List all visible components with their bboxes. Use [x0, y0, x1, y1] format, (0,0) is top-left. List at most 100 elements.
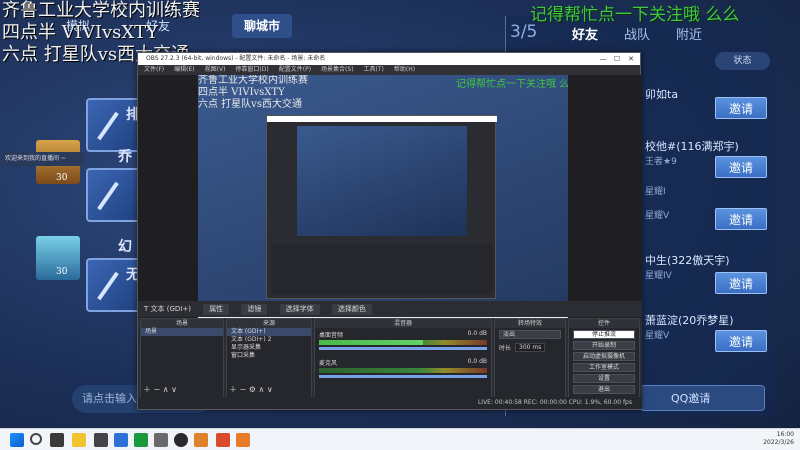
mixer-channel-name: 麦克风: [319, 360, 338, 367]
settings-button[interactable]: 设置: [573, 374, 635, 383]
exit-button[interactable]: 退出: [573, 385, 635, 394]
menu-profile[interactable]: 配置文件(P): [279, 65, 311, 75]
menu-tools[interactable]: 工具(T): [364, 65, 384, 75]
friend-name: 萧蓝淀(20乔梦星): [645, 314, 734, 327]
scene-controls[interactable]: ＋ − ∧ ∨: [143, 384, 177, 395]
friend-rank: 王者★9: [645, 157, 677, 167]
duration-label: 时长: [499, 345, 512, 352]
obs-icon[interactable]: [174, 433, 188, 447]
mixer-channel-db: 0.0 dB: [467, 330, 487, 337]
scenes-dock: 场景 场景 ＋ − ∧ ∨: [140, 318, 224, 398]
invite-button[interactable]: 邀请: [715, 97, 767, 119]
volume-slider[interactable]: [319, 375, 487, 378]
nested-obs-mirror: [266, 115, 497, 299]
desktop: 模拟 好友 聊城市 3/5 好友 战队 附近 状态 卯如ta 邀请 校他#(11…: [0, 0, 800, 450]
menu-file[interactable]: 文件(F): [144, 65, 164, 75]
invite-button[interactable]: 邀请: [715, 330, 767, 352]
overlay-title: 齐鲁工业大学校内训练赛: [2, 0, 200, 21]
sources-title: 来源: [227, 319, 311, 328]
system-clock[interactable]: 16:00 2022/3/26: [763, 431, 794, 447]
preview-overlay-title: 齐鲁工业大学校内训练赛: [198, 75, 308, 86]
clock-date: 2022/3/26: [763, 439, 794, 446]
audio-meter: [319, 368, 487, 373]
obs-window: OBS 27.2.3 (64-bit, windows) - 配置文件: 未命名…: [137, 52, 642, 410]
filters-button[interactable]: 滤镜: [241, 304, 268, 315]
start-recording-button[interactable]: 开始录制: [573, 341, 635, 350]
transitions-title: 转场特效: [495, 319, 565, 328]
studio-mode-button[interactable]: 工作室模式: [573, 363, 635, 372]
audio-meter: [319, 340, 487, 345]
app-icon[interactable]: [114, 433, 128, 447]
friend-name: 中生(322傲天宇): [645, 254, 730, 267]
task-view-icon[interactable]: [50, 433, 64, 447]
transition-select[interactable]: 淡出: [499, 330, 561, 339]
source-item[interactable]: 文本 (GDI+): [227, 328, 311, 336]
game-tab-city-chat[interactable]: 聊城市: [232, 14, 292, 38]
obs-menubar: 文件(F) 编辑(E) 视图(V) 停靠窗口(D) 配置文件(P) 场景集合(S…: [138, 65, 640, 75]
app-icon[interactable]: [94, 433, 108, 447]
friend-rank: 星耀V: [645, 211, 670, 221]
mixer-title: 混音器: [315, 319, 491, 328]
scene-item[interactable]: 场景: [141, 328, 223, 336]
source-item[interactable]: 显示器采集: [227, 344, 311, 352]
menu-edit[interactable]: 编辑(E): [174, 65, 194, 75]
level-badge: 30: [56, 173, 68, 183]
menu-view[interactable]: 视图(V): [205, 65, 226, 75]
status-button[interactable]: 状态: [715, 52, 770, 70]
invite-button[interactable]: 邀请: [715, 208, 767, 230]
menu-help[interactable]: 帮助(H): [394, 65, 415, 75]
source-controls[interactable]: ＋ − ⚙ ∧ ∨: [229, 384, 273, 395]
friend-count: 3/5: [510, 22, 538, 42]
controls-title: 控件: [569, 319, 639, 328]
maximize-icon[interactable]: ☐: [610, 53, 624, 65]
obs-titlebar: OBS 27.2.3 (64-bit, windows) - 配置文件: 未命名…: [138, 53, 640, 65]
menu-docks[interactable]: 停靠窗口(D): [235, 65, 268, 75]
friend-rank: 星耀V: [645, 331, 670, 341]
select-color-button[interactable]: 选择颜色: [331, 304, 372, 315]
start-icon[interactable]: [10, 433, 24, 447]
qq-invite-button[interactable]: QQ邀请: [640, 385, 765, 411]
volume-slider[interactable]: [319, 347, 487, 350]
source-toolbar: T 文本 (GDI+) 属性 滤镜 选择字体 选择颜色: [138, 301, 642, 317]
friend-rank: 星耀I: [645, 187, 666, 197]
friend-tab-team[interactable]: 战队: [624, 24, 650, 43]
side-message: 欢迎来到我的直播间 ~: [2, 152, 84, 166]
friend-tab-friends[interactable]: 好友: [572, 24, 598, 43]
preview-overlay-match-2: 六点 打星队vs西大交通: [198, 99, 302, 110]
friend-name: 校他#(116满郑宇): [645, 140, 739, 153]
app-icon[interactable]: [236, 433, 250, 447]
file-explorer-icon[interactable]: [72, 433, 86, 447]
start-virtual-camera-button[interactable]: 启动虚拟摄像机: [573, 352, 635, 361]
app-icon[interactable]: [216, 433, 230, 447]
app-icon[interactable]: [194, 433, 208, 447]
stop-streaming-button[interactable]: 停止推流: [573, 330, 635, 339]
menu-scene-collection[interactable]: 场景集合(S): [321, 65, 354, 75]
windows-taskbar: 16:00 2022/3/26: [0, 428, 800, 450]
audio-meter-level: [319, 340, 424, 345]
scenes-title: 场景: [141, 319, 223, 328]
nested-docks: [271, 244, 493, 294]
audio-mixer-dock: 混音器 桌面音频 0.0 dB 麦克风 0.0 dB: [314, 318, 492, 398]
duration-input[interactable]: 300 ms: [515, 343, 546, 352]
invite-button[interactable]: 邀请: [715, 272, 767, 294]
source-item[interactable]: 窗口采集: [227, 352, 311, 360]
close-icon[interactable]: ✕: [624, 53, 638, 65]
xbox-icon[interactable]: [134, 433, 148, 447]
app-icon[interactable]: [154, 433, 168, 447]
select-font-button[interactable]: 选择字体: [279, 304, 320, 315]
friend-tab-nearby[interactable]: 附近: [676, 24, 702, 43]
source-item[interactable]: 文本 (GDI+) 2: [227, 336, 311, 344]
text-source-icon: T: [144, 305, 149, 313]
search-icon[interactable]: [30, 433, 42, 445]
invite-button[interactable]: 邀请: [715, 156, 767, 178]
player-name: 幻: [118, 239, 132, 255]
minimize-icon[interactable]: —: [596, 53, 610, 65]
mixer-channel-header: 桌面音频 0.0 dB: [315, 328, 491, 339]
nested-preview: [297, 126, 467, 236]
friend-rank: 星耀IV: [645, 271, 672, 281]
properties-button[interactable]: 属性: [203, 304, 230, 315]
friend-name: 卯如ta: [645, 88, 679, 101]
clock-time: 16:00: [776, 431, 794, 438]
sources-dock: 来源 文本 (GDI+) 文本 (GDI+) 2 显示器采集 窗口采集 ＋ − …: [226, 318, 312, 398]
controls-dock: 控件 停止推流 开始录制 启动虚拟摄像机 工作室模式 设置 退出: [568, 318, 640, 398]
